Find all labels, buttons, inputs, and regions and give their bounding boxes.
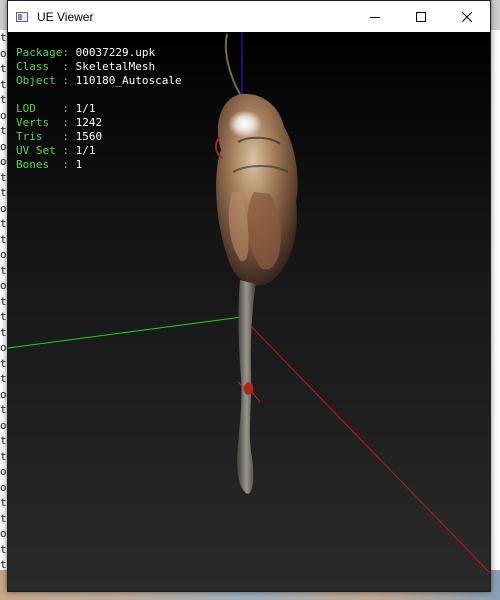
info-row: LOD : 1/1 [16, 102, 182, 116]
info-value: 1560 [75, 130, 103, 143]
info-row: Tris : 1560 [16, 130, 182, 144]
minimize-icon [370, 16, 380, 18]
mesh-info-overlay: Package: 00037229.upk Class : SkeletalMes… [16, 46, 182, 172]
window-controls [352, 1, 490, 32]
axis-x-line [241, 316, 490, 574]
info-value: 00037229.upk [75, 46, 156, 59]
info-label: Class : [16, 60, 76, 73]
info-row: Class : SkeletalMesh [16, 60, 182, 74]
info-label: UV Set : [16, 144, 76, 157]
close-icon [462, 11, 472, 22]
3d-viewport[interactable]: Package: 00037229.upk Class : SkeletalMes… [8, 32, 490, 591]
info-row: UV Set : 1/1 [16, 144, 182, 158]
info-value: 1/1 [75, 102, 96, 115]
close-button[interactable] [444, 1, 490, 32]
ue-viewer-window: UE Viewer Package: 00037229.upk Class: … [7, 0, 491, 592]
maximize-button[interactable] [398, 1, 444, 32]
minimize-button[interactable] [352, 1, 398, 32]
info-label: Tris : [16, 130, 76, 143]
info-row: Bones : 1 [16, 158, 182, 172]
maximize-icon [416, 11, 426, 22]
info-value: 1242 [75, 116, 103, 129]
info-value: 110180_Autoscale [75, 74, 182, 87]
info-label: LOD : [16, 102, 76, 115]
info-value: 1 [75, 158, 83, 171]
info-row: Package: 00037229.upk [16, 46, 182, 60]
mesh-top-stalk [224, 33, 241, 95]
info-label: Bones : [16, 158, 76, 171]
info-label: Package: [16, 46, 76, 59]
window-title: UE Viewer [37, 9, 94, 24]
info-spacer [16, 88, 182, 102]
info-value: SkeletalMesh [75, 60, 156, 73]
info-row: Verts : 1242 [16, 116, 182, 130]
info-label: Object : [16, 74, 76, 87]
info-label: Verts : [16, 116, 76, 129]
app-icon [16, 11, 28, 22]
axis-y-line [8, 316, 243, 349]
info-value: 1/1 [75, 144, 96, 157]
title-bar[interactable]: UE Viewer [8, 1, 490, 32]
info-row: Object : 110180_Autoscale [16, 74, 182, 88]
skeletal-mesh-model [214, 93, 298, 494]
background-window [490, 30, 500, 570]
